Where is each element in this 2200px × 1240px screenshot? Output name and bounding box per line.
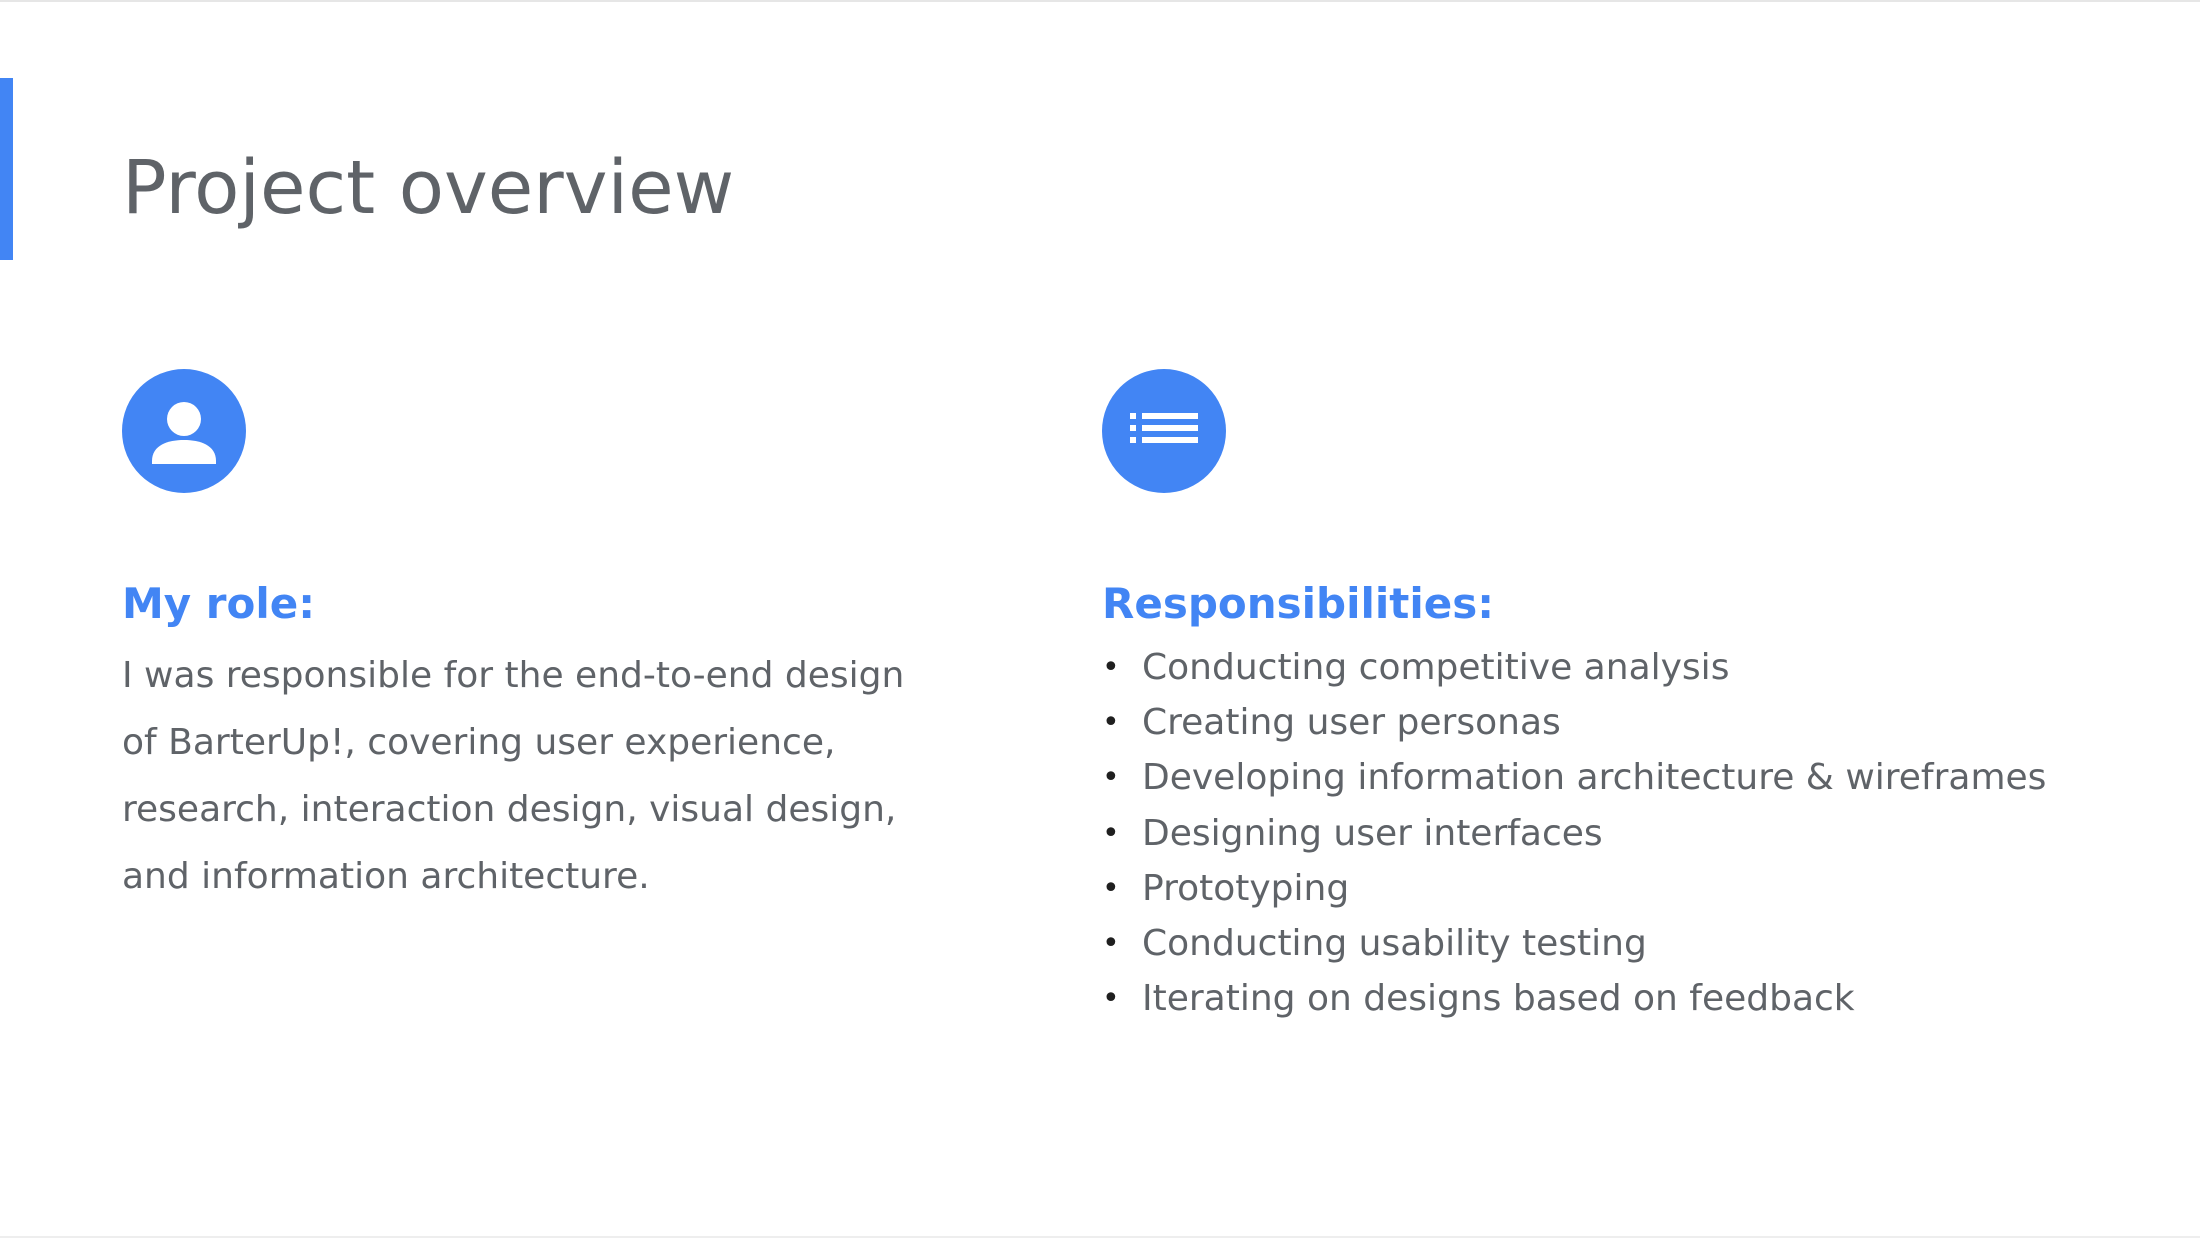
list-item: • Conducting competitive analysis <box>1102 640 2162 695</box>
list-item: • Creating user personas <box>1102 695 2162 750</box>
person-icon <box>122 369 246 493</box>
top-divider <box>0 0 2200 2</box>
bullet-icon: • <box>1102 870 1120 906</box>
title-accent-bar <box>0 78 13 260</box>
bullet-icon: • <box>1102 705 1120 741</box>
responsibilities-list: • Conducting competitive analysis • Creati… <box>1102 640 2162 1026</box>
list-item: • Designing user interfaces <box>1102 806 2162 861</box>
list-item-text: Iterating on designs based on feedback <box>1142 978 1855 1020</box>
list-item-text: Creating user personas <box>1142 702 1561 744</box>
list-item-text: Developing information architecture & wi… <box>1142 757 2047 799</box>
list-item-text: Prototyping <box>1142 867 1350 909</box>
list-item: • Developing information architecture & w… <box>1102 750 2162 805</box>
list-item-text: Designing user interfaces <box>1142 812 1603 854</box>
list-icon <box>1102 369 1226 493</box>
bullet-icon: • <box>1102 760 1120 796</box>
list-item-text: Conducting competitive analysis <box>1142 647 1730 688</box>
bottom-divider <box>0 1236 2200 1238</box>
bullet-icon: • <box>1102 925 1120 961</box>
my-role-heading: My role: <box>122 579 316 628</box>
list-item-text: Conducting usability testing <box>1142 922 1647 964</box>
list-item: • Iterating on designs based on feedback <box>1102 971 2162 1026</box>
my-role-description: I was responsible for the end-to-end des… <box>122 655 905 897</box>
bullet-icon: • <box>1102 815 1120 851</box>
page-title: Project overview <box>122 145 735 231</box>
bullet-icon: • <box>1102 981 1120 1017</box>
bullet-icon: • <box>1102 650 1120 685</box>
responsibilities-heading: Responsibilities: <box>1102 579 1495 628</box>
list-item: • Conducting usability testing <box>1102 916 2162 971</box>
list-item: • Prototyping <box>1102 861 2162 916</box>
